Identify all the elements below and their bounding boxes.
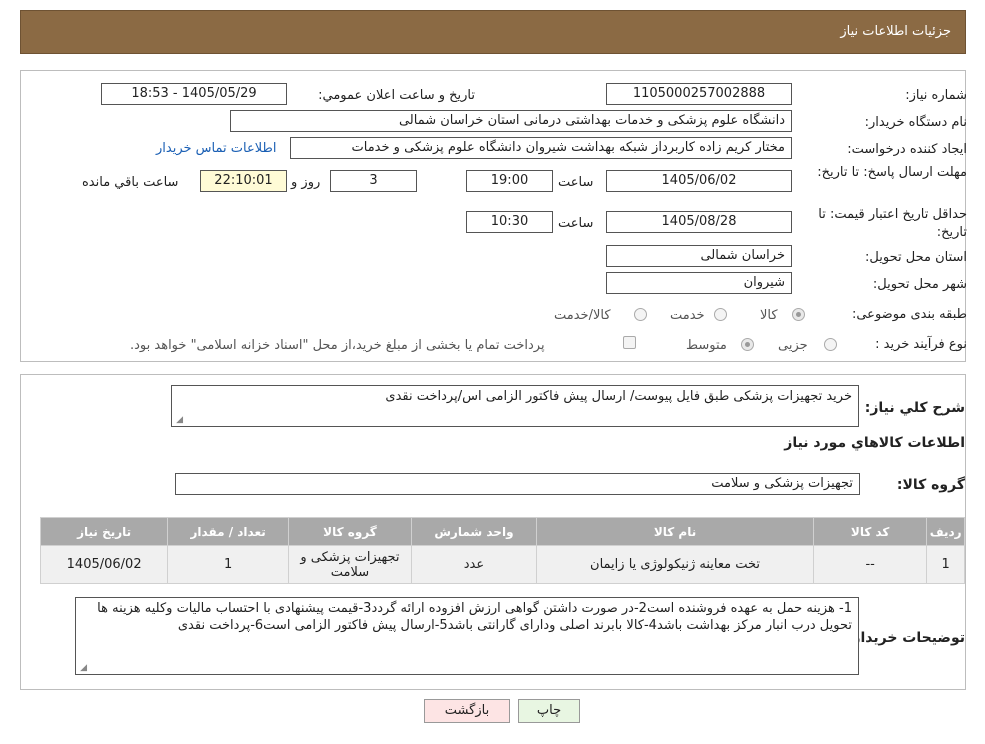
process-radio-medium[interactable] bbox=[741, 338, 754, 351]
creator-label: ایجاد کننده درخواست: bbox=[847, 142, 967, 157]
category-option-service: خدمت bbox=[670, 308, 705, 323]
remaining-time-label: ساعت باقي مانده bbox=[82, 175, 179, 190]
page-title: جزئیات اطلاعات نیاز bbox=[840, 24, 951, 39]
resize-handle-icon[interactable]: ◢ bbox=[175, 416, 183, 425]
process-radio-minor[interactable] bbox=[824, 338, 837, 351]
cell-group: تجهیزات پزشکی و سلامت bbox=[288, 545, 412, 584]
resize-handle-icon[interactable]: ◢ bbox=[79, 664, 87, 673]
validity-time-field: 10:30 bbox=[466, 211, 553, 233]
category-label: طبقه بندی موضوعی: bbox=[851, 307, 967, 322]
buyer-notes-textarea[interactable]: 1- هزینه حمل به عهده فروشنده است2-در صور… bbox=[75, 597, 859, 675]
buyer-notes-text: 1- هزینه حمل به عهده فروشنده است2-در صور… bbox=[97, 601, 852, 633]
validity-date-field: 1405/08/28 bbox=[606, 211, 792, 233]
announce-field: 1405/05/29 - 18:53 bbox=[101, 83, 287, 105]
table-header-row: ردیف کد کالا نام کالا واحد شمارش گروه کا… bbox=[39, 517, 965, 546]
description-text: خرید تجهیزات پزشکی طبق فایل پیوست/ ارسال… bbox=[385, 389, 852, 404]
description-label: شرح کلي نياز: bbox=[864, 400, 965, 416]
category-radio-goods[interactable] bbox=[792, 308, 805, 321]
need-number-field: 1105000257002888 bbox=[606, 83, 792, 105]
table-row: 1 -- تخت معاینه ژنیکولوژی یا زایمان عدد … bbox=[39, 545, 965, 584]
deadline-label: مهلت ارسال پاسخ: تا تاریخ: bbox=[817, 165, 967, 180]
buyer-contact-link[interactable]: اطلاعات تماس خریدار bbox=[156, 141, 276, 156]
validity-time-label: ساعت bbox=[558, 216, 594, 231]
cell-code: -- bbox=[813, 545, 928, 584]
col-qty-header: تعداد / مقدار bbox=[167, 517, 290, 546]
description-textarea[interactable]: خرید تجهیزات پزشکی طبق فایل پیوست/ ارسال… bbox=[171, 385, 859, 427]
cell-date: 1405/06/02 bbox=[39, 545, 169, 584]
cell-qty: 1 bbox=[167, 545, 290, 584]
process-label: نوع فرآیند خرید : bbox=[875, 337, 967, 352]
print-button[interactable]: چاپ bbox=[518, 699, 580, 723]
city-label: شهر محل تحویل: bbox=[872, 277, 967, 292]
announce-label: تاريخ و ساعت اعلان عمومي: bbox=[318, 88, 475, 103]
buyer-notes-label: توضیحات خریدار: bbox=[846, 630, 965, 646]
col-code-header: کد کالا bbox=[813, 517, 928, 546]
goods-group-label: گروه کالا: bbox=[896, 477, 965, 493]
page-header: جزئیات اطلاعات نیاز bbox=[20, 10, 966, 54]
deadline-date-field: 1405/06/02 bbox=[606, 170, 792, 192]
remaining-time-field: 22:10:01 bbox=[200, 170, 287, 192]
buyer-label: نام دستگاه خریدار: bbox=[864, 115, 967, 130]
deadline-days-field: 3 bbox=[330, 170, 417, 192]
col-group-header: گروه کالا bbox=[288, 517, 412, 546]
deadline-time-label: ساعت bbox=[558, 175, 594, 190]
category-option-goods-service: کالا/خدمت bbox=[554, 308, 611, 323]
deadline-time-field: 19:00 bbox=[466, 170, 553, 192]
goods-group-field: تجهیزات پزشکی و سلامت bbox=[175, 473, 860, 495]
treasury-payment-checkbox[interactable] bbox=[623, 336, 636, 349]
validity-label: حداقل تاریخ اعتبار قیمت: تا تاریخ: bbox=[818, 207, 967, 240]
province-label: استان محل تحویل: bbox=[865, 250, 967, 265]
category-option-goods: کالا bbox=[760, 308, 778, 323]
back-button[interactable]: بازگشت bbox=[424, 699, 510, 723]
city-field: شیروان bbox=[606, 272, 792, 294]
col-name-header: نام کالا bbox=[535, 517, 815, 546]
province-field: خراسان شمالی bbox=[606, 245, 792, 267]
deadline-days-label: روز و bbox=[291, 175, 321, 190]
need-number-label: شماره نیاز: bbox=[905, 88, 967, 103]
goods-table: ردیف کد کالا نام کالا واحد شمارش گروه کا… bbox=[39, 517, 965, 584]
process-option-medium: متوسط bbox=[686, 338, 727, 353]
category-radio-goods-service[interactable] bbox=[634, 308, 647, 321]
cell-row: 1 bbox=[926, 545, 965, 584]
col-row-header: ردیف bbox=[926, 517, 965, 546]
cell-unit: عدد bbox=[410, 545, 537, 584]
col-unit-header: واحد شمارش bbox=[410, 517, 537, 546]
category-radio-service[interactable] bbox=[714, 308, 727, 321]
col-date-header: تاریخ نیاز bbox=[39, 517, 169, 546]
treasury-payment-note: پرداخت تمام یا بخشی از مبلغ خرید،از محل … bbox=[130, 338, 545, 353]
goods-section-title: اطلاعات کالاهاي مورد نياز bbox=[784, 435, 965, 451]
buyer-field: دانشگاه علوم پزشکی و خدمات بهداشتی درمان… bbox=[230, 110, 792, 132]
creator-field: مختار کریم زاده کاربرداز شبکه بهداشت شیر… bbox=[290, 137, 792, 159]
process-option-minor: جزیی bbox=[778, 338, 808, 353]
cell-name: تخت معاینه ژنیکولوژی یا زایمان bbox=[535, 545, 815, 584]
